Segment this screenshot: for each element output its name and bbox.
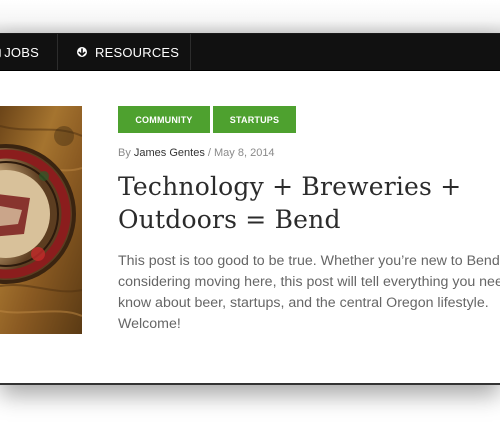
- nav-label-jobs: JOBS: [4, 44, 39, 60]
- post-card: JOBS RESOURCES COMMUNITY STARTUPS By Jam…: [0, 33, 500, 385]
- brewery-coaster-image: [0, 106, 82, 334]
- post-tags: COMMUNITY STARTUPS: [118, 106, 296, 133]
- post-excerpt: This post is too good to be true. Whethe…: [118, 251, 500, 335]
- excerpt-line: This post is too good to be true. Whethe…: [118, 253, 500, 269]
- circle-arrow-icon: [76, 46, 88, 58]
- excerpt-line: considering moving here, this post will …: [118, 274, 500, 290]
- byline-separator: /: [207, 147, 211, 159]
- nav-item-resources[interactable]: RESOURCES: [58, 34, 191, 70]
- post-title-line: Technology + Breweries +: [118, 172, 462, 201]
- tag-community[interactable]: COMMUNITY: [118, 106, 210, 133]
- excerpt-line: know about beer, startups, and the centr…: [118, 295, 489, 311]
- top-navigation: JOBS RESOURCES: [0, 34, 500, 71]
- briefcase-icon: [0, 47, 1, 58]
- nav-label-resources: RESOURCES: [95, 44, 180, 60]
- tag-startups[interactable]: STARTUPS: [213, 106, 296, 133]
- post-title[interactable]: Technology + Breweries + Outdoors = Bend: [118, 170, 500, 236]
- page-background: [0, 0, 500, 34]
- byline-prefix: By: [118, 147, 131, 159]
- author-link[interactable]: James Gentes: [134, 147, 205, 159]
- post-date: May 8, 2014: [214, 147, 275, 159]
- post-byline: By James Gentes / May 8, 2014: [118, 147, 275, 159]
- post-thumbnail[interactable]: [0, 106, 82, 334]
- post-title-line: Outdoors = Bend: [118, 205, 341, 234]
- excerpt-line: Welcome!: [118, 316, 181, 332]
- nav-item-jobs[interactable]: JOBS: [0, 34, 58, 70]
